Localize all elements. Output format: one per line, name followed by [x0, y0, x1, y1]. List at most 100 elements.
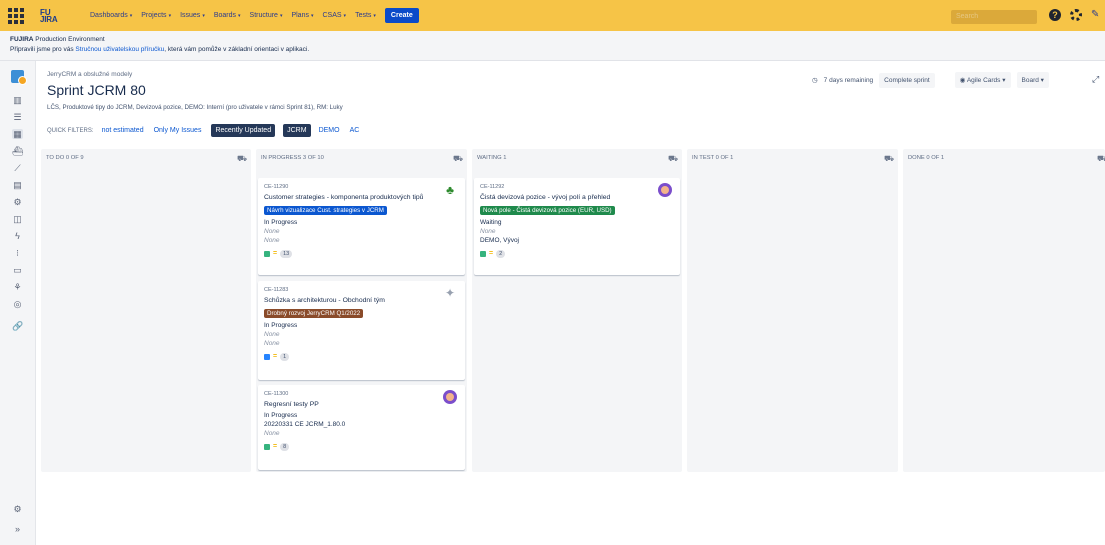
issue-field: None: [264, 430, 280, 437]
banner-text-end: , která vám pomůže v základní orientaci …: [164, 46, 310, 53]
pages-icon[interactable]: ▭: [12, 265, 23, 275]
backlog-icon[interactable]: ☰: [12, 112, 23, 122]
nav-boards[interactable]: Boards ▾: [214, 12, 241, 19]
agile-cards-icon: ◉: [959, 77, 967, 84]
link-icon[interactable]: 🔗: [12, 321, 23, 331]
chevron-down-icon: ▾: [129, 12, 133, 19]
epic-label: Nová pole - Čistá devizová pozice (EUR, …: [480, 206, 615, 215]
column-menu-icon[interactable]: ⛟: [453, 154, 463, 164]
settings-icon[interactable]: ◎: [12, 299, 23, 309]
filter-only-my-issues[interactable]: Only My Issues: [154, 125, 202, 136]
chevron-down-icon: ▾: [238, 12, 241, 19]
column-menu-icon[interactable]: ⛟: [237, 154, 247, 164]
days-remaining: 7 days remaining: [823, 76, 874, 84]
column-menu-icon[interactable]: ⛟: [1097, 154, 1105, 164]
nav-csas[interactable]: CSAS ▾: [322, 12, 346, 19]
nav-tests[interactable]: Tests ▾: [355, 12, 376, 19]
issue-card[interactable]: CE-11283 Schůzka s architekturou - Obcho…: [258, 281, 465, 380]
issue-summary: Schůzka s architekturou - Obchodní tým: [264, 297, 385, 304]
issue-status: In Progress: [264, 412, 298, 419]
issue-card[interactable]: CE-11292 Čistá devizová pozice - vývoj p…: [474, 178, 680, 275]
gear-icon[interactable]: [1070, 9, 1082, 21]
fullscreen-icon[interactable]: ⤢: [1092, 74, 1099, 85]
owl-avatar-icon[interactable]: [658, 183, 672, 197]
expand-sidebar-icon[interactable]: »: [12, 524, 23, 534]
issue-card[interactable]: CE-11290 Customer strategies - komponent…: [258, 178, 465, 275]
filter-ac[interactable]: AC: [350, 125, 360, 136]
tests-icon[interactable]: ◫: [12, 214, 23, 224]
story-icon: [480, 251, 486, 257]
board-menu-button[interactable]: Board ▾: [1016, 72, 1049, 88]
clover-icon[interactable]: ♣: [443, 183, 457, 197]
logo[interactable]: FU JIRA: [40, 8, 68, 23]
filter-demo[interactable]: DEMO: [319, 125, 340, 136]
issue-field: None: [264, 237, 280, 244]
app-switcher-icon[interactable]: [8, 7, 24, 24]
column-title: IN PROGRESS 3 OF 10: [261, 155, 324, 161]
column-in-test: IN TEST 0 OF 1 ⛟: [687, 149, 898, 472]
project-settings-icon[interactable]: ⚙: [12, 504, 23, 514]
agile-cards-button[interactable]: ◉ Agile Cards ▾: [954, 72, 1011, 88]
nav-dashboards[interactable]: Dashboards ▾: [90, 12, 132, 19]
issue-key[interactable]: CE-11290: [264, 184, 459, 190]
board-icon[interactable]: ▦: [12, 129, 23, 139]
clock-icon: ◷: [812, 77, 818, 84]
chevron-down-icon: ▾: [168, 12, 172, 19]
project-avatar[interactable]: [11, 70, 27, 85]
column-menu-icon[interactable]: ⛟: [884, 154, 894, 164]
story-points: 1: [280, 353, 290, 361]
reports-icon[interactable]: ⟋: [12, 163, 23, 173]
issues-icon[interactable]: ▤: [12, 180, 23, 190]
breadcrumb[interactable]: JerryCRM a obslužné modely: [47, 71, 132, 78]
nav-projects[interactable]: Projects ▾: [141, 12, 171, 19]
nav-plans[interactable]: Plans ▾: [291, 12, 313, 19]
issue-key[interactable]: CE-11292: [480, 184, 674, 190]
issue-status: In Progress: [264, 219, 298, 226]
nav-issues[interactable]: Issues ▾: [180, 12, 205, 19]
chevron-down-icon: ▾: [343, 12, 347, 19]
filter-jcrm[interactable]: JCRM: [283, 124, 311, 137]
complete-sprint-button[interactable]: Complete sprint: [879, 72, 935, 88]
column-menu-icon[interactable]: ⛟: [668, 154, 678, 164]
quick-filters-label: QUICK FILTERS:: [47, 127, 94, 134]
owl-avatar-icon[interactable]: [443, 390, 457, 404]
column-title: DONE 0 OF 1: [908, 155, 945, 161]
user-avatar-icon[interactable]: ✎: [1091, 9, 1103, 21]
help-icon[interactable]: ?: [1049, 9, 1061, 21]
automation-icon[interactable]: ϟ: [12, 231, 23, 241]
issue-summary: Customer strategies - komponenta produkt…: [264, 194, 424, 201]
issue-field: None: [264, 228, 280, 235]
chevron-down-icon: ▾: [202, 12, 205, 19]
apps-icon[interactable]: ⚘: [12, 282, 23, 292]
issue-key[interactable]: CE-11283: [264, 287, 459, 293]
filter-recently-updated[interactable]: Recently Updated: [211, 124, 276, 137]
structure-icon[interactable]: ⁝: [12, 248, 23, 258]
releases-icon[interactable]: ⛴: [12, 146, 23, 156]
issue-field: None: [264, 340, 280, 347]
column-todo: TO DO 0 OF 9 ⛟: [41, 149, 251, 472]
chevron-down-icon: ▾: [310, 12, 314, 19]
column-title: TO DO 0 OF 9: [46, 155, 84, 161]
filter-not-estimated[interactable]: not estimated: [102, 125, 144, 136]
issue-card[interactable]: CE-11300 Regresní testy PP In Progress 2…: [258, 385, 465, 470]
issue-key[interactable]: CE-11300: [264, 391, 459, 397]
user-guide-link[interactable]: Stručnou uživatelskou příručku: [75, 46, 164, 53]
nav-structure[interactable]: Structure ▾: [250, 12, 283, 19]
search-input[interactable]: Search: [951, 10, 1037, 24]
story-points: 13: [280, 250, 293, 258]
roadmap-icon[interactable]: ▥: [12, 95, 23, 105]
top-navigation: FU JIRA Dashboards ▾ Projects ▾ Issues ▾ Bo…: [0, 0, 1105, 31]
column-title: WAITING 1: [477, 155, 507, 161]
project-sidebar: ▥ ☰ ▦ ⛴ ⟋ ▤ ⚙ ◫ ϟ ⁝ ▭ ⚘ ◎ 🔗 ⚙ »: [0, 61, 36, 545]
epic-label: Návrh vizualizace Cust. strategies v JCR…: [264, 206, 387, 215]
issue-summary: Čistá devizová pozice - vývoj polí a pře…: [480, 194, 611, 201]
priority-medium-icon: =: [489, 250, 494, 257]
chevron-down-icon: ▾: [279, 12, 283, 19]
components-icon[interactable]: ⚙: [12, 197, 23, 207]
issue-field: None: [264, 331, 280, 338]
sprint-description: LČS, Produktové tipy do JCRM, Devizová p…: [47, 104, 343, 111]
create-button[interactable]: Create: [384, 8, 419, 23]
unassigned-icon[interactable]: ✦: [443, 286, 457, 300]
issue-field: None: [480, 228, 496, 235]
column-title: IN TEST 0 OF 1: [692, 155, 734, 161]
